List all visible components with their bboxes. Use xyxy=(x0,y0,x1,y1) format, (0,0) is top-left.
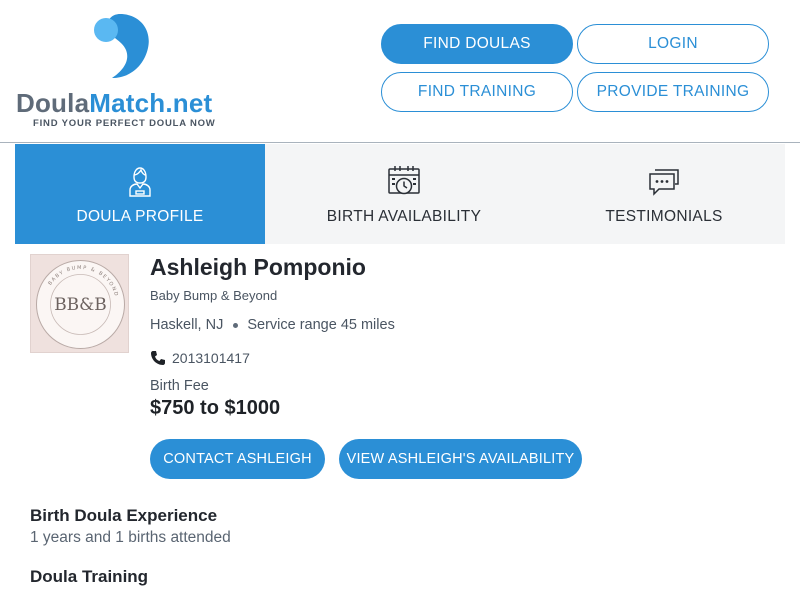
tab-doula-profile[interactable]: DOULA PROFILE xyxy=(15,144,265,244)
birth-fee-value: $750 to $1000 xyxy=(150,397,281,419)
city-text: Haskell, NJ xyxy=(150,317,224,333)
find-doulas-button[interactable]: FIND DOULAS xyxy=(381,24,573,64)
tab-testimonials-label: TESTIMONIALS xyxy=(605,208,723,225)
experience-text: 1 years and 1 births attended xyxy=(30,529,231,546)
phone-icon xyxy=(151,351,165,365)
person-icon xyxy=(129,167,151,197)
tab-doula-profile-label: DOULA PROFILE xyxy=(76,208,204,225)
logo-wordmark: DoulaMatch.net xyxy=(16,88,212,119)
logo-word-part1: Doula xyxy=(16,88,90,118)
birth-fee-label: Birth Fee xyxy=(150,378,209,394)
bbb-logo-text: BB&B xyxy=(54,295,107,315)
tab-birth-availability[interactable]: BIRTH AVAILABILITY xyxy=(265,144,543,244)
view-availability-button[interactable]: VIEW ASHLEIGH'S AVAILABILITY xyxy=(339,439,582,479)
phone-number[interactable]: 2013101417 xyxy=(172,350,250,366)
profile-tabs: DOULA PROFILE BIRTH AVAILABILITY TESTIMO… xyxy=(15,144,785,244)
calendar-clock-icon xyxy=(388,166,420,195)
doula-name: Ashleigh Pomponio xyxy=(150,254,366,280)
provide-training-button[interactable]: PROVIDE TRAINING xyxy=(577,72,769,112)
find-training-button[interactable]: FIND TRAINING xyxy=(381,72,573,112)
chat-bubbles-icon xyxy=(649,169,679,196)
doula-avatar: BB&B BABY BUMP & BEYOND xyxy=(30,254,129,353)
business-name: Baby Bump & Beyond xyxy=(150,288,278,303)
tab-testimonials[interactable]: TESTIMONIALS xyxy=(543,144,785,244)
login-button[interactable]: LOGIN xyxy=(577,24,769,64)
logo-tagline: FIND YOUR PERFECT DOULA NOW xyxy=(33,118,216,129)
experience-heading: Birth Doula Experience xyxy=(30,506,218,525)
phone-row[interactable]: 2013101417 xyxy=(150,350,250,366)
tab-birth-availability-label: BIRTH AVAILABILITY xyxy=(326,208,482,225)
service-range-text: Service range 45 miles xyxy=(247,317,395,333)
bbb-logo-icon: BB&B BABY BUMP & BEYOND xyxy=(36,260,125,349)
training-heading: Doula Training xyxy=(30,567,149,586)
logo-word-part2: Match.net xyxy=(89,88,213,118)
contact-doula-button[interactable]: CONTACT ASHLEIGH xyxy=(150,439,325,479)
site-logo[interactable]: DoulaMatch.net FIND YOUR PERFECT DOULA N… xyxy=(16,12,226,132)
location-row: Haskell, NJ Service range 45 miles xyxy=(150,317,395,333)
separator-dot xyxy=(233,322,239,328)
logo-mark-icon xyxy=(94,14,149,78)
site-header: DoulaMatch.net FIND YOUR PERFECT DOULA N… xyxy=(0,0,800,143)
